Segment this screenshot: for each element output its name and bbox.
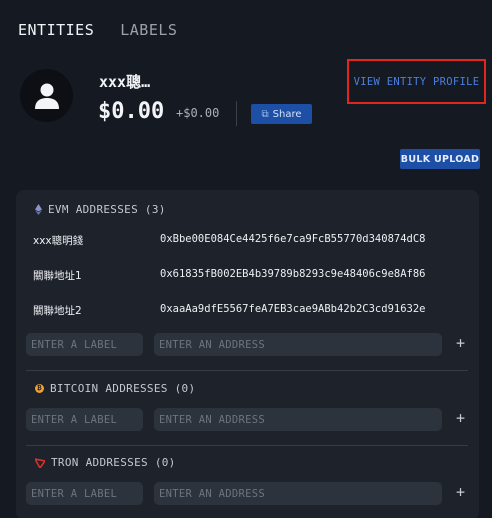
- address-label: xxx聰明錢: [33, 235, 84, 247]
- share-icon: ⧉: [261, 108, 269, 120]
- tab-labels[interactable]: LABELS: [120, 21, 177, 39]
- user-icon: [34, 83, 59, 109]
- section-divider: [26, 370, 468, 371]
- share-button-label: Share: [272, 108, 302, 120]
- evm-address-input[interactable]: [154, 333, 442, 356]
- address-value[interactable]: 0xaaAa9dfE5567feA7EB3cae9ABb42b2C3cd9163…: [160, 303, 426, 315]
- address-label: 關聯地址2: [33, 305, 82, 317]
- address-value[interactable]: 0x61835fB002EB4b39789b8293c9e48406c9e8Af…: [160, 268, 426, 280]
- entity-balance: $0.00: [98, 99, 165, 124]
- tron-section-title: TRON ADDRESSES (0): [35, 456, 176, 469]
- add-bitcoin-address-button[interactable]: +: [456, 409, 465, 427]
- entity-name: xxx聰…: [99, 73, 151, 91]
- bulk-upload-button[interactable]: BULK UPLOAD: [400, 149, 480, 169]
- tron-icon: [35, 457, 45, 468]
- add-evm-address-button[interactable]: +: [456, 334, 465, 352]
- tron-address-input[interactable]: [154, 482, 442, 505]
- address-value[interactable]: 0xBbe00E084Ce4425f6e7ca9FcB55770d340874d…: [160, 233, 426, 245]
- avatar: [20, 69, 73, 122]
- ethereum-icon: [35, 204, 42, 215]
- bitcoin-icon: ₿: [35, 384, 44, 393]
- address-label: 關聯地址1: [33, 270, 82, 282]
- view-entity-profile-link[interactable]: VIEW ENTITY PROFILE: [354, 76, 480, 88]
- bitcoin-section-title: ₿ BITCOIN ADDRESSES (0): [35, 382, 195, 395]
- evm-section-title: EVM ADDRESSES (3): [35, 203, 166, 216]
- tron-label-input[interactable]: [26, 482, 143, 505]
- view-entity-profile-highlight: VIEW ENTITY PROFILE: [347, 59, 486, 104]
- tron-section-label: TRON ADDRESSES (0): [51, 456, 176, 469]
- evm-label-input[interactable]: [26, 333, 143, 356]
- tab-bar: ENTITIES LABELS: [18, 21, 177, 39]
- share-button[interactable]: ⧉ Share: [251, 104, 312, 124]
- addresses-panel: EVM ADDRESSES (3) xxx聰明錢 0xBbe00E084Ce44…: [16, 190, 479, 518]
- tab-entities[interactable]: ENTITIES: [18, 21, 94, 39]
- divider: [236, 101, 237, 126]
- bitcoin-section-label: BITCOIN ADDRESSES (0): [50, 382, 196, 395]
- bitcoin-address-input[interactable]: [154, 408, 442, 431]
- balance-change: +$0.00: [176, 106, 220, 120]
- bitcoin-label-input[interactable]: [26, 408, 143, 431]
- add-tron-address-button[interactable]: +: [456, 483, 465, 501]
- evm-section-label: EVM ADDRESSES (3): [48, 203, 166, 216]
- section-divider: [26, 445, 468, 446]
